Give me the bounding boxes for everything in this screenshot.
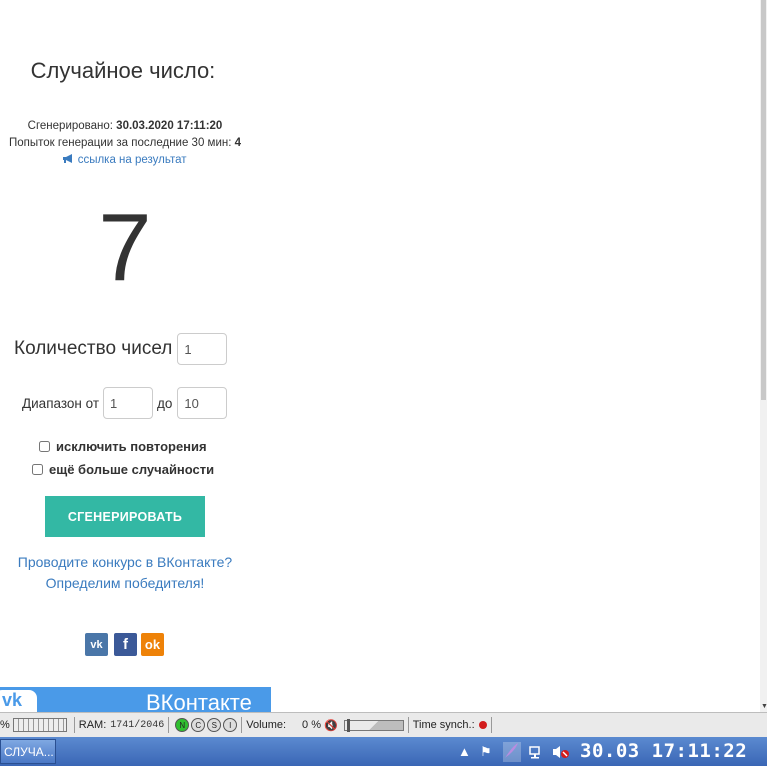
indicator-n[interactable]: N [175,718,190,732]
ram-value: 1741/2046 [110,719,165,731]
fb-share-text: f [123,636,128,653]
volume-slider-knob[interactable] [346,718,350,732]
time-sync-label: Time synch.: [412,719,475,731]
taskbar: СЛУЧА... ▲ ⚑ 30.03 17:11:22 [0,737,767,766]
divider [490,717,492,733]
vk-banner-text: ВКонтакте [146,690,252,712]
count-row: Количество чисел [14,332,228,366]
feather-icon[interactable] [503,742,521,762]
divider [407,717,409,733]
divider [73,717,75,733]
exclude-repeats-label: исключить повторения [56,439,207,454]
random-number: 7 [98,194,152,301]
volume-value: 0 % [302,719,322,731]
attempts-label: Попыток генерации за последние 30 мин: [8,137,235,149]
generate-button[interactable]: СГЕНЕРИРОВАТЬ [45,496,205,537]
vk-contest-link[interactable]: Проводите конкурс в ВКонтакте? [0,554,250,570]
volume-muted-icon[interactable] [552,744,570,764]
result-link[interactable]: ссылка на результат [0,154,250,166]
divider [241,717,243,733]
count-input[interactable] [177,333,228,365]
system-monitor-bar: % RAM: 1741/2046 N C S I Volume: 0 % 🔇 T… [0,712,767,737]
indicator-i[interactable]: I [223,718,238,732]
volume-label: Volume: [246,719,287,731]
network-icon[interactable] [528,744,544,764]
taskbar-window-button[interactable]: СЛУЧА... [0,739,56,764]
attempts-info: Попыток генерации за последние 30 мин: 4 [0,137,250,149]
more-random-option[interactable]: ещё больше случайности [32,462,214,477]
indicator-s[interactable]: S [207,718,222,732]
vk-logo-icon: vk [0,690,37,712]
vk-share-icon[interactable]: vk [85,633,108,656]
clock[interactable]: 30.03 17:11:22 [580,740,747,762]
attempts-value: 4 [234,137,242,149]
divider [168,717,170,733]
volume-slider[interactable] [343,718,404,732]
vk-share-text: vk [90,638,103,651]
ram-label: RAM: [78,719,107,731]
ok-share-text: ok [144,637,161,652]
scrollbar-thumb[interactable] [761,0,766,400]
cpu-percent: % [0,719,10,731]
vk-banner[interactable]: vk ВКонтакте [0,687,271,712]
cpu-graph [12,718,67,732]
count-label: Количество чисел [14,338,173,359]
flag-icon[interactable]: ⚑ [480,744,492,760]
generated-info: Сгенерировано: 30.03.2020 17:11:20 [0,120,250,132]
odnoklassniki-share-icon[interactable]: ok [141,633,164,656]
scroll-down-arrow-icon[interactable]: ▼ [761,703,767,710]
tray-expand-icon[interactable]: ▲ [458,744,471,760]
generated-label: Сгенерировано: [27,120,117,132]
range-row: Диапазон от до [22,386,228,420]
speaker-icon[interactable]: 🔇 [324,719,338,732]
webpage: Случайное число: Сгенерировано: 30.03.20… [0,0,760,712]
time-sync-status-icon [478,721,487,729]
range-to-label: до [157,395,173,411]
range-to-input[interactable] [177,387,228,419]
megaphone-icon [63,154,77,166]
range-from-input[interactable] [103,387,154,419]
page-title: Случайное число: [30,58,216,83]
exclude-repeats-option[interactable]: исключить повторения [39,439,207,454]
pick-winner-link[interactable]: Определим победителя! [0,575,250,591]
exclude-repeats-checkbox[interactable] [39,441,50,452]
more-random-checkbox[interactable] [32,464,43,475]
facebook-share-icon[interactable]: f [114,633,137,656]
indicator-c[interactable]: C [191,718,206,732]
range-label: Диапазон от [22,395,100,411]
result-link-text[interactable]: ссылка на результат [78,154,187,166]
generated-value: 30.03.2020 17:11:20 [116,120,223,132]
page-scrollbar[interactable]: ▼ [760,0,767,712]
more-random-label: ещё больше случайности [49,462,215,477]
